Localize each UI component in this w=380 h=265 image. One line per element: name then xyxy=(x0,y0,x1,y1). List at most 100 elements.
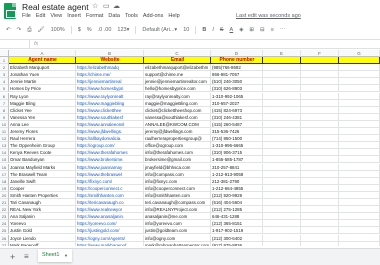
table-cell[interactable] xyxy=(301,227,339,235)
table-cell[interactable]: Jonathan Yuen xyxy=(9,71,76,79)
table-cell[interactable] xyxy=(263,92,301,100)
row-number[interactable]: 21 xyxy=(0,199,9,207)
table-cell[interactable] xyxy=(263,213,301,221)
table-cell[interactable]: https://smithhanten.com xyxy=(76,191,144,199)
table-cell[interactable] xyxy=(339,120,380,128)
text-color-button[interactable]: A xyxy=(230,27,234,33)
table-cell[interactable]: https://chime.me/ xyxy=(76,71,144,79)
more-icon[interactable]: ⋯ xyxy=(280,27,286,33)
table-cell[interactable]: Jeremy Flores xyxy=(9,128,76,136)
table-cell[interactable] xyxy=(301,163,339,171)
table-cell[interactable] xyxy=(301,99,339,107)
table-cell[interactable] xyxy=(263,128,301,136)
menu-help[interactable]: Help xyxy=(168,13,179,22)
table-cell[interactable]: Clicket Yee xyxy=(9,106,76,114)
table-cell[interactable]: https://www.maggiebling xyxy=(76,99,144,107)
menu-view[interactable]: View xyxy=(50,13,62,22)
menu-format[interactable]: Format xyxy=(86,13,103,22)
table-cell[interactable]: Ana Saljanin xyxy=(9,213,76,221)
table-cell[interactable]: Joyce Liendo xyxy=(9,234,76,242)
table-cell[interactable]: 1-917-902-1519 xyxy=(211,227,263,235)
table-cell[interactable]: info@ogny.com xyxy=(144,234,211,242)
table-cell[interactable]: 1-212-913-9058 xyxy=(211,170,263,178)
table-cell[interactable] xyxy=(263,113,301,121)
table-cell[interactable] xyxy=(339,106,380,114)
menu-tools[interactable]: Tools xyxy=(125,13,138,22)
table-cell[interactable] xyxy=(263,149,301,157)
italic-button[interactable]: I xyxy=(212,27,214,33)
column-header[interactable]: C xyxy=(144,50,211,57)
table-cell[interactable]: 1-855-585-1787 xyxy=(211,156,263,164)
table-cell[interactable] xyxy=(263,234,301,242)
table-cell[interactable]: https://www.annaleeonsl xyxy=(76,120,144,128)
table-cell[interactable]: 1-310-992-1065 xyxy=(211,92,263,100)
table-cell[interactable]: Maggie Bling xyxy=(9,99,76,107)
table-cell[interactable]: https://www.clicketthee xyxy=(76,106,144,114)
table-cell[interactable] xyxy=(263,135,301,143)
row-number[interactable]: 4 xyxy=(0,78,9,86)
table-cell[interactable] xyxy=(339,78,380,86)
paint-format-icon[interactable]: 🖌 xyxy=(38,27,45,33)
table-cell[interactable]: 310-657-2027 xyxy=(211,99,263,107)
table-cell[interactable]: Ray Lyon xyxy=(9,92,76,100)
table-cell[interactable]: The Oppenheim Group xyxy=(9,142,76,150)
table-cell[interactable] xyxy=(301,85,339,93)
table-cell[interactable]: Homes by Price xyxy=(9,85,76,93)
table-cell[interactable] xyxy=(301,177,339,185)
row-number[interactable]: 3 xyxy=(0,71,9,79)
table-cell[interactable] xyxy=(301,234,339,242)
column-header[interactable]: D xyxy=(211,50,263,57)
table-cell[interactable]: https://www.anasaljanin. xyxy=(76,213,144,221)
align-icon[interactable]: ≡ xyxy=(271,27,274,33)
table-cell[interactable] xyxy=(301,71,339,79)
row-number[interactable]: 13 xyxy=(0,142,9,150)
row-number[interactable]: 23 xyxy=(0,213,9,221)
table-cell[interactable]: clicket@clickettheeshop.com xyxy=(144,106,211,114)
table-cell[interactable]: https://www.jfdwellings. xyxy=(76,128,144,136)
header-cell[interactable] xyxy=(339,57,380,65)
table-cell[interactable]: info@smithhanten.com xyxy=(144,191,211,199)
table-cell[interactable]: Janeille Swift xyxy=(9,177,76,185)
column-header[interactable]: A xyxy=(9,50,76,57)
table-cell[interactable] xyxy=(301,142,339,150)
table-cell[interactable]: https://allbaydomalicia. xyxy=(76,135,144,143)
table-cell[interactable] xyxy=(263,199,301,207)
zoom-select[interactable]: 100% xyxy=(51,27,65,33)
font-select[interactable]: Default (Ari...▾ xyxy=(142,27,177,33)
table-cell[interactable]: Tari Cavanaugh xyxy=(9,199,76,207)
table-cell[interactable]: 646-431-1288 xyxy=(211,213,263,221)
table-cell[interactable] xyxy=(339,71,380,79)
row-number[interactable]: 27 xyxy=(0,241,9,246)
table-cell[interactable] xyxy=(301,120,339,128)
table-cell[interactable]: https://www.joannamay xyxy=(76,163,144,171)
table-cell[interactable]: jeremy@jfdwellings.com xyxy=(144,128,211,136)
row-number[interactable]: 1 xyxy=(0,57,9,65)
table-cell[interactable]: https://elizabethmadq xyxy=(76,64,144,72)
fill-color-icon[interactable]: ◈ xyxy=(239,27,243,33)
table-cell[interactable] xyxy=(339,149,380,157)
table-cell[interactable]: (510) 246-3050 xyxy=(211,78,263,86)
table-cell[interactable]: Elizabeth Marquport xyxy=(9,64,76,72)
table-cell[interactable]: (212) 300-6402 xyxy=(211,234,263,242)
table-cell[interactable]: https://www.brokersime. xyxy=(76,156,144,164)
table-cell[interactable]: maggie@maggieBling.com xyxy=(144,99,211,107)
header-cell[interactable]: Email xyxy=(144,57,211,65)
table-cell[interactable]: jmayfield@bhhsca.com xyxy=(144,163,211,171)
table-cell[interactable] xyxy=(339,220,380,228)
table-cell[interactable] xyxy=(263,78,301,86)
table-cell[interactable] xyxy=(339,163,380,171)
table-cell[interactable]: teri.cavanaugh@compass.com xyxy=(144,199,211,207)
move-folder-icon[interactable]: ▭ xyxy=(103,2,110,10)
row-number[interactable]: 5 xyxy=(0,85,9,93)
row-number[interactable]: 9 xyxy=(0,113,9,121)
column-header[interactable]: B xyxy=(76,50,144,57)
table-cell[interactable]: (310) 626-8903 xyxy=(211,85,263,93)
table-cell[interactable]: https://www.southlakesf xyxy=(76,113,144,121)
table-cell[interactable] xyxy=(263,184,301,192)
table-cell[interactable]: (310) 906-3715 xyxy=(211,149,263,157)
header-cell[interactable]: Agent name xyxy=(9,57,76,65)
spreadsheet-grid[interactable]: A B C D E F G 1 Agent name Website Email Phone numb… xyxy=(0,50,380,246)
table-cell[interactable]: ray@raylyonrealty.com xyxy=(144,92,211,100)
table-cell[interactable] xyxy=(339,64,380,72)
select-all-corner[interactable] xyxy=(0,50,9,57)
